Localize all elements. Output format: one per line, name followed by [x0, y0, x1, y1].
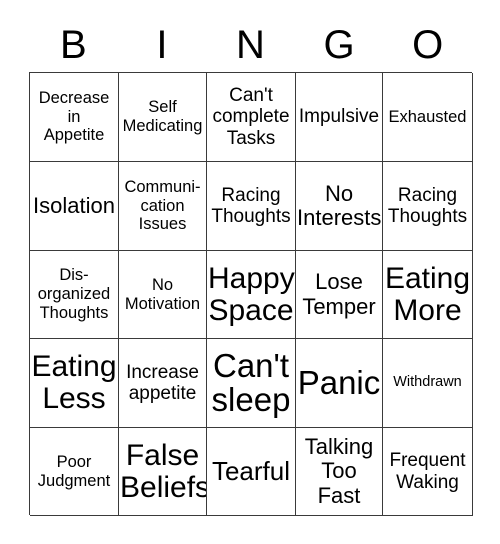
bingo-cell[interactable]: Lose Temper [296, 251, 383, 339]
bingo-cell-label: Happy Space [208, 261, 295, 327]
bingo-cell[interactable]: Dis- organized Thoughts [30, 251, 119, 339]
bingo-header-letter-g: G [323, 23, 355, 67]
bingo-cell-label: Panic [297, 363, 381, 401]
bingo-header-letter-i: I [156, 23, 168, 67]
bingo-cell-label: False Beliefs [120, 438, 207, 504]
bingo-cell-label: Poor Judgment [37, 452, 111, 490]
bingo-cell[interactable]: Exhausted [383, 73, 473, 162]
bingo-cell[interactable]: Decrease in Appetite [30, 73, 119, 162]
bingo-header-letter-o: O [412, 23, 444, 67]
bingo-cell[interactable]: No Motivation [119, 251, 207, 339]
bingo-cell-label: Decrease in Appetite [38, 88, 110, 145]
bingo-cell-label: Frequent Waking [389, 450, 466, 493]
bingo-cell-label: Talking Too Fast [304, 434, 374, 508]
bingo-cell-label: Eating More [384, 261, 471, 327]
bingo-cell-label: Communi- cation Issues [124, 177, 201, 234]
bingo-header-letter-b: B [59, 23, 87, 67]
bingo-cell[interactable]: Racing Thoughts [383, 162, 473, 251]
bingo-cell-label: Self Medicating [122, 98, 203, 135]
bingo-cell-label: Racing Thoughts [387, 184, 468, 227]
bingo-cell-label: Isolation [33, 192, 115, 218]
bingo-cell-label: Impulsive [298, 106, 380, 128]
bingo-cell-label: Racing Thoughts [211, 184, 291, 227]
bingo-cell-label: Dis- organized Thoughts [37, 266, 111, 322]
bingo-cell-label: Lose Temper [302, 269, 376, 319]
bingo-cell[interactable]: Tearful [207, 428, 296, 516]
bingo-cell-label: Withdrawn [393, 374, 462, 391]
bingo-cell[interactable]: Self Medicating [119, 73, 207, 162]
bingo-cell-label: Can't sleep [211, 346, 291, 418]
bingo-cell[interactable]: Impulsive [296, 73, 383, 162]
bingo-cell[interactable]: Panic [296, 339, 383, 428]
bingo-cell-label: Increase appetite [126, 361, 199, 404]
bingo-cell[interactable]: Eating More [383, 251, 473, 339]
bingo-cell[interactable]: Talking Too Fast [296, 428, 383, 516]
bingo-cell[interactable]: Can't complete Tasks [207, 73, 296, 162]
bingo-cell[interactable]: Isolation [30, 162, 119, 251]
bingo-cell[interactable]: False Beliefs [119, 428, 207, 516]
bingo-cell[interactable]: Racing Thoughts [207, 162, 296, 251]
bingo-card: B I N G O Decrease in Appetite Self Medic… [0, 0, 500, 544]
bingo-cell-label: Tearful [211, 456, 291, 487]
bingo-cell-label: No Motivation [124, 275, 201, 313]
bingo-header-letter-n: N [236, 23, 265, 67]
bingo-grid: Decrease in Appetite Self Medicating Can't… [29, 72, 473, 516]
bingo-cell[interactable]: Can't sleep [207, 339, 296, 428]
bingo-cell-label: Can't complete Tasks [212, 85, 290, 149]
bingo-cell-label: Exhausted [388, 107, 467, 126]
bingo-cell[interactable]: Increase appetite [119, 339, 207, 428]
bingo-cell[interactable]: Eating Less [30, 339, 119, 428]
bingo-header-row: B I N G O [29, 18, 472, 72]
bingo-cell[interactable]: Poor Judgment [30, 428, 119, 516]
bingo-cell-label: No Interests [297, 180, 382, 230]
bingo-cell[interactable]: Happy Space [207, 251, 296, 339]
bingo-cell[interactable]: Frequent Waking [383, 428, 473, 516]
bingo-cell[interactable]: No Interests [296, 162, 383, 251]
bingo-cell[interactable]: Withdrawn [383, 339, 473, 428]
bingo-cell[interactable]: Communi- cation Issues [119, 162, 207, 251]
bingo-cell-label: Eating Less [31, 350, 117, 415]
